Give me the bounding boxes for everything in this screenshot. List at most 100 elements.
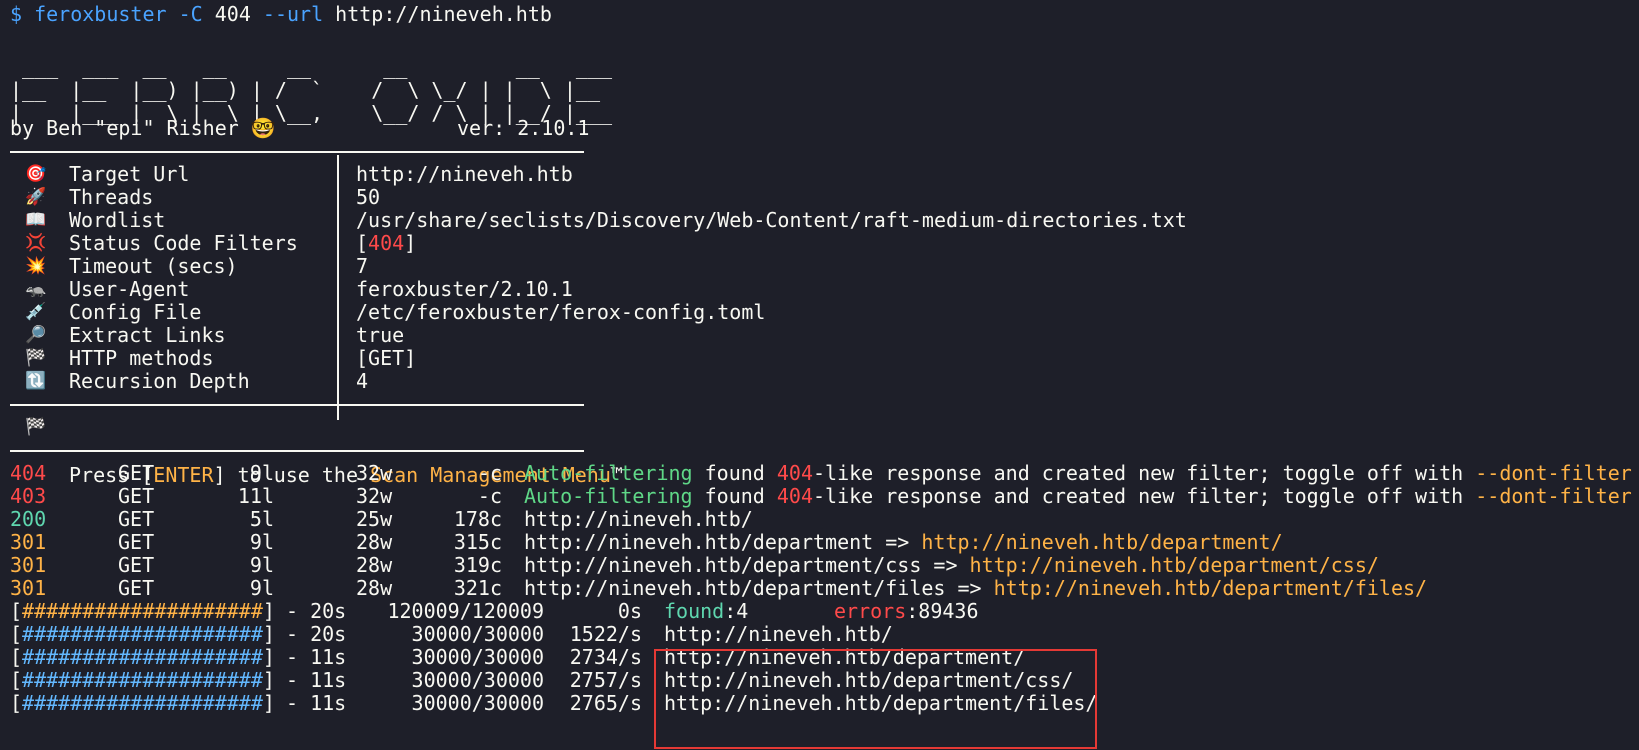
prompt-symbol: $ <box>10 2 23 26</box>
char-count: 315c <box>453 530 502 554</box>
status-code: 301 <box>10 530 47 554</box>
ascii-banner: ___ ___ __ __ __ __ __ ___ |__ |__ |__) … <box>10 55 613 125</box>
flag-status-code: -C <box>178 2 203 26</box>
http-method: GET <box>118 484 155 508</box>
http-method: GET <box>118 507 155 531</box>
progress-bar: [####################] <box>10 622 275 646</box>
word-count: 32w <box>356 484 393 508</box>
divider-middle <box>10 404 584 406</box>
http-method: GET <box>118 576 155 600</box>
highlight-box <box>654 649 1097 749</box>
progress-overall-row: [####################] - 20s 120009/120009… <box>10 599 1639 623</box>
status-code: 200 <box>10 507 47 531</box>
target-icon: 🎯 <box>25 164 47 184</box>
config-label: Target Url <box>69 162 190 186</box>
arg-url: http://nineveh.htb <box>335 2 552 26</box>
request-count: 30000/30000 <box>411 645 544 669</box>
request-count: 30000/30000 <box>411 691 544 715</box>
boom-icon: 💥 <box>25 256 47 276</box>
config-row: 🔃 Recursion Depth 4 <box>10 369 1610 393</box>
config-row: 🏁 HTTP methods [GET] <box>10 346 1610 370</box>
result-url[interactable]: http://nineveh.htb/department => http://… <box>524 530 1283 554</box>
http-method: GET <box>118 530 155 554</box>
config-row: 📖 Wordlist/usr/share/seclists/Discovery/W… <box>10 208 1610 232</box>
progress-bar: [####################] <box>10 668 275 692</box>
request-count: 120009/120009 <box>387 599 544 623</box>
config-label: Status Code Filters <box>69 231 298 255</box>
char-count: -c <box>477 484 502 508</box>
config-value: http://nineveh.htb <box>356 162 573 186</box>
request-rate: 2765/s <box>569 691 642 715</box>
progress-bar: [####################] <box>10 599 275 623</box>
result-row: 301 GET 9l 28w 319c http://nineveh.htb/depart… <box>10 553 1639 577</box>
line-count: 5l <box>249 507 274 531</box>
result-row: 404 GET 9l 32w -c Auto-filtering found 404-li… <box>10 461 1639 485</box>
progress-row: [####################] - 20s 30000/30000 15… <box>10 622 1639 646</box>
flag-url: --url <box>262 2 324 26</box>
config-value: /etc/feroxbuster/ferox-config.toml <box>356 300 766 324</box>
request-rate: 1522/s <box>569 622 642 646</box>
result-message: Auto-filtering found 404-like response a… <box>524 484 1632 508</box>
config-value: 4 <box>356 369 369 393</box>
char-count: 319c <box>453 553 502 577</box>
config-label: Extract Links <box>69 323 226 347</box>
line-count: 9l <box>249 461 274 485</box>
banner-version: ver: 2.10.1 <box>457 116 590 140</box>
collision-icon: 💢 <box>25 233 47 253</box>
checkered-flag-icon: 🏁 <box>25 348 47 368</box>
status-code: 301 <box>10 576 47 600</box>
config-label: Wordlist <box>69 208 166 232</box>
config-label: Threads <box>69 185 154 209</box>
request-rate: 2757/s <box>569 668 642 692</box>
banner-author: by Ben "epi" Risher <box>10 116 239 140</box>
line-count: 9l <box>249 576 274 600</box>
redirect-url: http://nineveh.htb/department/ <box>921 530 1283 554</box>
elapsed-time: - 20s <box>286 599 347 623</box>
redirect-url: http://nineveh.htb/department/css/ <box>969 553 1379 577</box>
arg-status-code: 404 <box>214 2 251 26</box>
divider-top <box>10 151 584 153</box>
word-count: 28w <box>356 530 393 554</box>
redirect-url: http://nineveh.htb/department/files/ <box>993 576 1428 600</box>
request-count: 30000/30000 <box>411 622 544 646</box>
scanned-url[interactable]: http://nineveh.htb/ <box>664 622 893 646</box>
status-code: 301 <box>10 553 47 577</box>
progress-bar: [####################] <box>10 645 275 669</box>
menu-hint-line: 🏁 Press [ENTER] to use the Scan Manageme… <box>25 417 623 487</box>
rocket-icon: 🚀 <box>25 187 47 207</box>
config-value: feroxbuster/2.10.1 <box>356 277 573 301</box>
config-label: Timeout (secs) <box>69 254 238 278</box>
word-count: 28w <box>356 576 393 600</box>
result-url[interactable]: http://nineveh.htb/ <box>524 507 753 531</box>
config-label: Config File <box>69 300 202 324</box>
config-row: 🔎 Extract Links true <box>10 323 1610 347</box>
result-row: 301 GET 9l 28w 321c http://nineveh.htb/depart… <box>10 576 1639 600</box>
config-row: 🦡 User-Agent feroxbuster/2.10.1 <box>10 277 1610 301</box>
config-value: /usr/share/seclists/Discovery/Web-Conten… <box>356 208 1187 232</box>
elapsed-time: - 11s <box>286 691 347 715</box>
config-row: 💥 Timeout (secs) 7 <box>10 254 1610 278</box>
http-method: GET <box>118 461 155 485</box>
status-code: 404 <box>10 461 47 485</box>
result-url[interactable]: http://nineveh.htb/department/css => htt… <box>524 553 1379 577</box>
word-count: 28w <box>356 553 393 577</box>
config-value: [404] <box>356 231 417 255</box>
command-line: $ feroxbuster -C 404 --url http://nineve… <box>10 2 552 26</box>
divider-bottom <box>10 450 584 452</box>
dog-icon: 🦡 <box>25 279 47 299</box>
elapsed-time: - 11s <box>286 645 347 669</box>
http-method: GET <box>118 553 155 577</box>
error-count: errors:89436 <box>834 599 979 623</box>
elapsed-time: - 11s <box>286 668 347 692</box>
request-rate: 0s <box>617 599 642 623</box>
loop-icon: 🔃 <box>25 371 47 391</box>
result-url[interactable]: http://nineveh.htb/department/files => h… <box>524 576 1427 600</box>
syringe-icon: 💉 <box>25 302 47 322</box>
progress-bar: [####################] <box>10 691 275 715</box>
elapsed-time: - 20s <box>286 622 347 646</box>
book-icon: 📖 <box>25 210 47 230</box>
config-value: [GET] <box>356 346 417 370</box>
result-row: 403 GET 11l 32w -c Auto-filtering found 404-l… <box>10 484 1639 508</box>
char-count: 321c <box>453 576 502 600</box>
config-row: 💉 Config File/etc/feroxbuster/ferox-confi… <box>10 300 1610 324</box>
